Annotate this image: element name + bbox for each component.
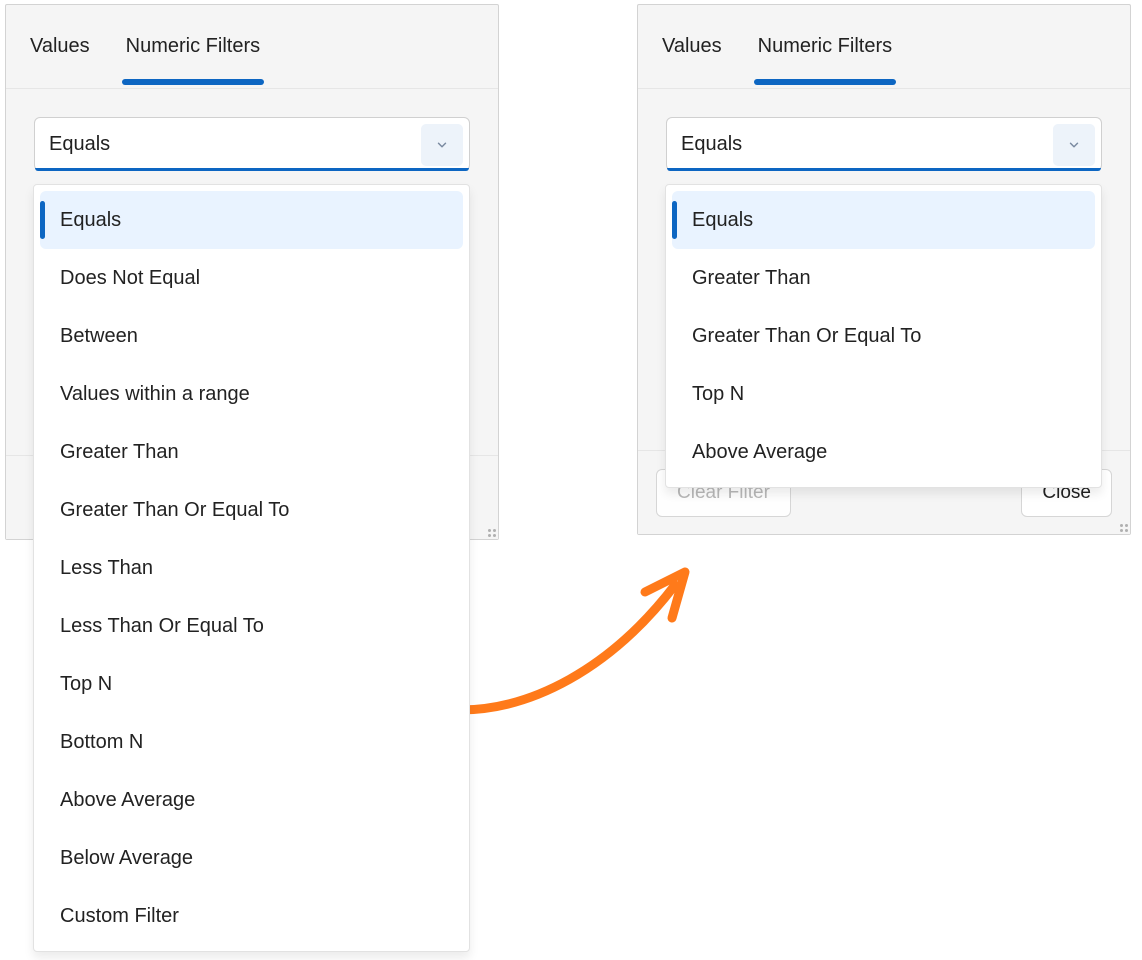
dropdown-option[interactable]: Below Average bbox=[40, 829, 463, 887]
dropdown-option[interactable]: Above Average bbox=[672, 423, 1095, 481]
dropdown-option[interactable]: Equals bbox=[40, 191, 463, 249]
chevron-down-icon[interactable] bbox=[1053, 124, 1095, 166]
dropdown-option[interactable]: Above Average bbox=[40, 771, 463, 829]
transition-arrow-icon bbox=[440, 540, 720, 730]
tab-numeric-filters[interactable]: Numeric Filters bbox=[754, 9, 896, 84]
filter-type-select[interactable]: Equals bbox=[666, 117, 1102, 171]
panel-body: Equals bbox=[638, 89, 1130, 171]
dropdown-option[interactable]: Greater Than Or Equal To bbox=[672, 307, 1095, 365]
dropdown-option[interactable]: Between bbox=[40, 307, 463, 365]
resize-grip-icon[interactable] bbox=[1114, 518, 1128, 532]
filter-type-select[interactable]: Equals bbox=[34, 117, 470, 171]
dropdown-option[interactable]: Top N bbox=[672, 365, 1095, 423]
resize-grip-icon[interactable] bbox=[482, 523, 496, 537]
dropdown-option[interactable]: Values within a range bbox=[40, 365, 463, 423]
select-value: Equals bbox=[681, 133, 742, 156]
dropdown-option[interactable]: Greater Than bbox=[40, 423, 463, 481]
dropdown-option[interactable]: Less Than Or Equal To bbox=[40, 597, 463, 655]
tab-bar: Values Numeric Filters bbox=[6, 5, 498, 89]
dropdown-option[interactable]: Greater Than bbox=[672, 249, 1095, 307]
dropdown-option[interactable]: Top N bbox=[40, 655, 463, 713]
dropdown-option[interactable]: Does Not Equal bbox=[40, 249, 463, 307]
select-value: Equals bbox=[49, 133, 110, 156]
panel-body: Equals bbox=[6, 89, 498, 171]
tab-numeric-filters[interactable]: Numeric Filters bbox=[122, 9, 264, 84]
dropdown-option[interactable]: Greater Than Or Equal To bbox=[40, 481, 463, 539]
dropdown-option[interactable]: Bottom N bbox=[40, 713, 463, 771]
tab-bar: Values Numeric Filters bbox=[638, 5, 1130, 89]
tab-values[interactable]: Values bbox=[26, 9, 94, 84]
dropdown-option[interactable]: Less Than bbox=[40, 539, 463, 597]
filter-type-dropdown: Equals Does Not Equal Between Values wit… bbox=[33, 184, 470, 952]
chevron-down-icon[interactable] bbox=[421, 124, 463, 166]
dropdown-option[interactable]: Custom Filter bbox=[40, 887, 463, 945]
filter-type-dropdown: Equals Greater Than Greater Than Or Equa… bbox=[665, 184, 1102, 488]
dropdown-option[interactable]: Equals bbox=[672, 191, 1095, 249]
tab-values[interactable]: Values bbox=[658, 9, 726, 84]
